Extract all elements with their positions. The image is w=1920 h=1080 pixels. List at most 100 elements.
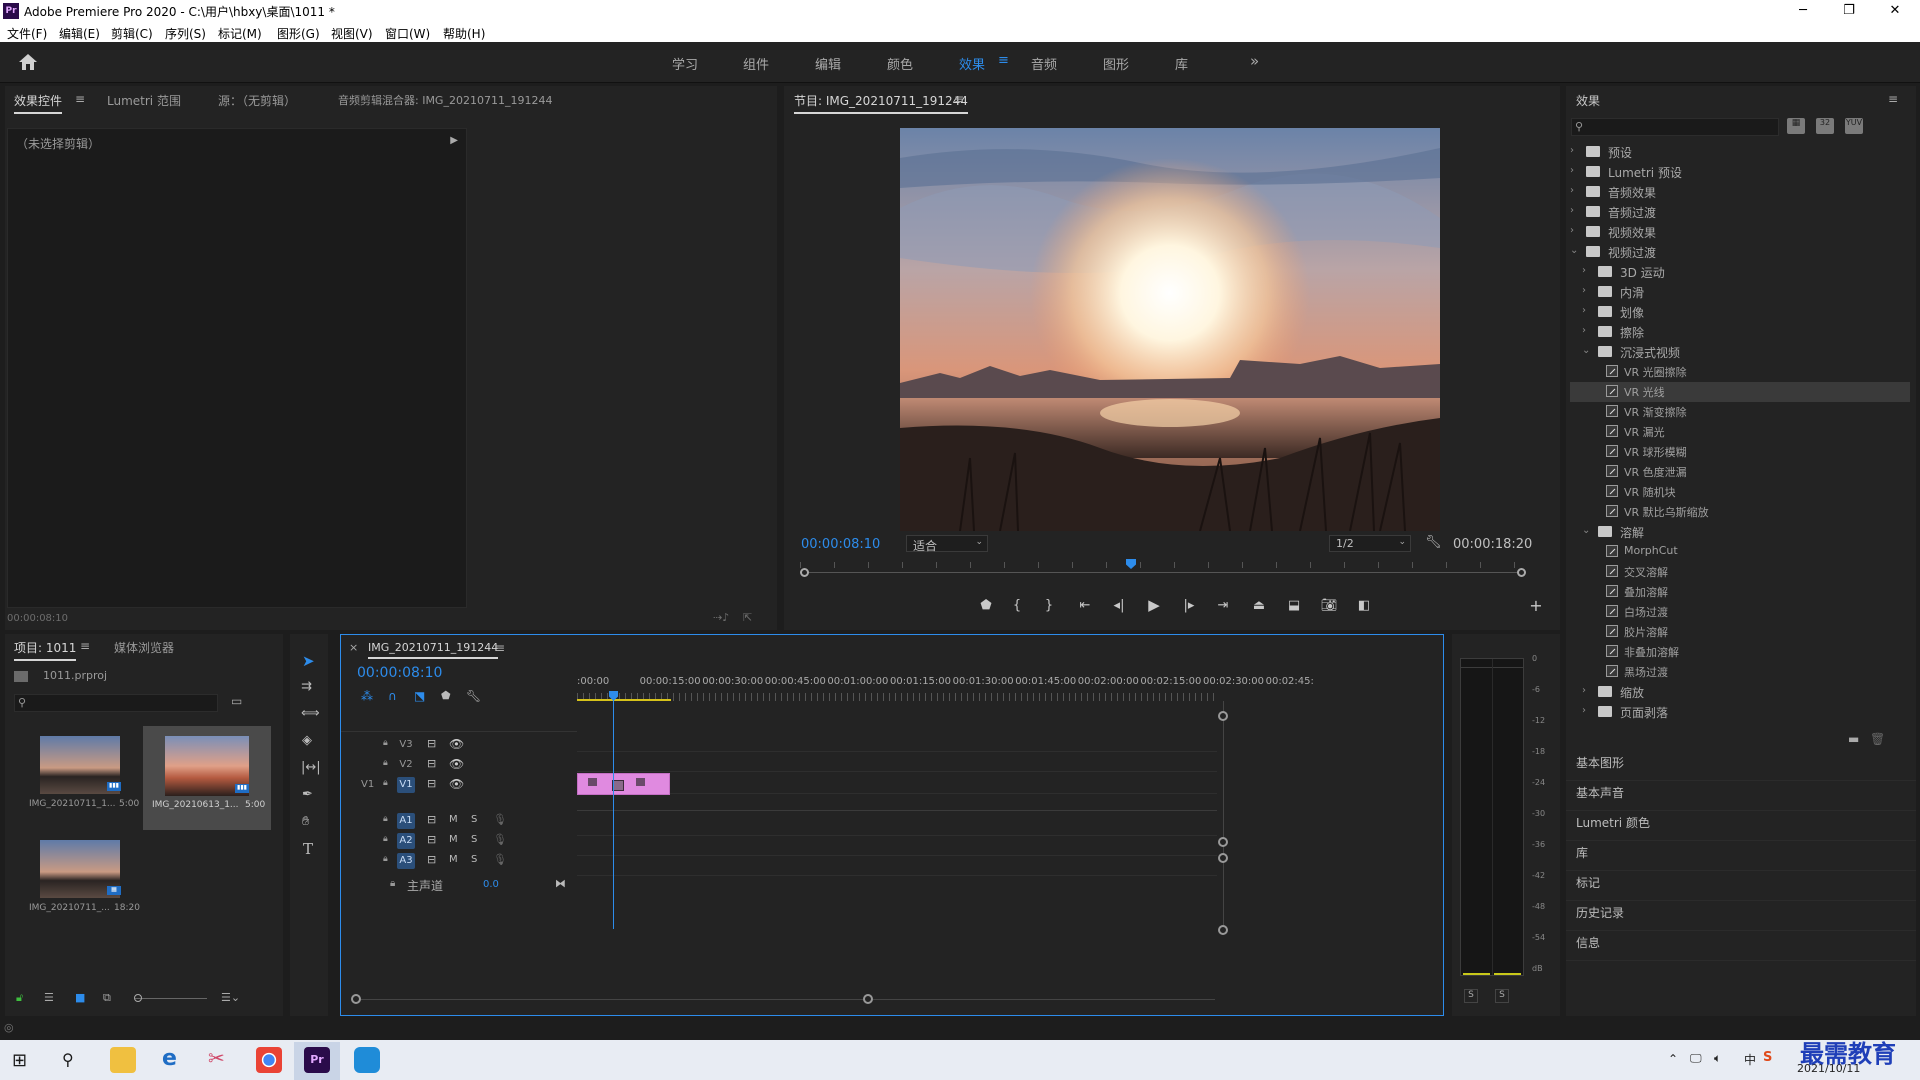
- accelerated-effects-icon[interactable]: ▦: [1787, 118, 1805, 134]
- effects-tree-item[interactable]: › 预设: [1570, 142, 1910, 162]
- effects-tree-item[interactable]: › 内滑: [1570, 282, 1910, 302]
- linked-selection-icon[interactable]: ⬔: [414, 689, 425, 703]
- step-back-icon[interactable]: ◂|: [1108, 598, 1130, 613]
- sequence-tab[interactable]: IMG_20210711_191244: [368, 641, 499, 659]
- settings-wrench-icon[interactable]: 🔧︎: [1425, 535, 1442, 550]
- lock-icon[interactable]: 🔒︎: [383, 738, 388, 748]
- project-item-selected[interactable]: ▮▮▮ IMG_20210613_1... 5:00: [143, 726, 271, 830]
- track-target-button[interactable]: A2: [397, 833, 415, 849]
- mute-button[interactable]: M: [449, 854, 458, 865]
- workspace-color[interactable]: 颜色: [887, 54, 913, 73]
- razor-tool-icon[interactable]: ◈: [302, 733, 312, 748]
- list-view-icon[interactable]: ☰: [44, 991, 54, 1004]
- program-current-timecode[interactable]: 00:00:08:10: [801, 537, 880, 552]
- project-item[interactable]: ▦ IMG_20210711_... 18:20: [15, 830, 141, 930]
- project-search-input[interactable]: ⚲: [14, 694, 218, 712]
- timeline-timecode[interactable]: 00:00:08:10: [357, 665, 442, 681]
- effects-tree-item[interactable]: VR 光圈擦除: [1570, 362, 1910, 382]
- effects-tree-item[interactable]: ⌄ 视频过渡: [1570, 242, 1910, 262]
- program-title[interactable]: 节目: IMG_20210711_191244: [794, 92, 968, 114]
- menu-marker[interactable]: 标记(M): [218, 25, 262, 42]
- track-target-button[interactable]: A1: [397, 813, 415, 829]
- vscroll-handle-audio[interactable]: [1218, 853, 1228, 863]
- track-target-button[interactable]: A3: [397, 853, 415, 869]
- effects-tree-item[interactable]: 白场过渡: [1570, 602, 1910, 622]
- premiere-taskbar-icon[interactable]: Pr: [304, 1047, 330, 1073]
- lock-icon[interactable]: 🔒︎: [383, 854, 388, 864]
- menu-clip[interactable]: 剪辑(C): [111, 25, 153, 42]
- video-clip[interactable]: [577, 773, 670, 795]
- effects-tree-item[interactable]: 交叉溶解: [1570, 562, 1910, 582]
- tab-effect-controls[interactable]: 效果控件: [14, 92, 63, 114]
- icon-view-icon[interactable]: ■: [75, 991, 85, 1004]
- solo-button[interactable]: S: [471, 834, 477, 845]
- selection-tool-icon[interactable]: ➤: [302, 652, 315, 670]
- comparison-view-icon[interactable]: ◧: [1353, 598, 1375, 613]
- program-video-frame[interactable]: [900, 128, 1440, 531]
- freeform-view-icon[interactable]: ⧉: [103, 991, 111, 1005]
- export-frame-camera-icon[interactable]: 📷︎: [1318, 598, 1340, 613]
- menu-file[interactable]: 文件(F): [7, 25, 47, 42]
- home-icon[interactable]: [18, 53, 38, 71]
- chevron-right-icon[interactable]: ›: [1582, 265, 1586, 276]
- voiceover-mic-icon[interactable]: 🎙︎: [493, 853, 507, 866]
- fit-dropdown[interactable]: 适合 ⌄: [906, 535, 988, 553]
- solo-right-button[interactable]: S: [1495, 989, 1509, 1003]
- scrubber-end-handle[interactable]: [1517, 568, 1526, 577]
- track-select-tool-icon[interactable]: ⇉: [301, 679, 312, 694]
- effects-menu-icon[interactable]: ≡: [1888, 92, 1898, 106]
- chevron-right-icon[interactable]: ›: [1582, 325, 1586, 336]
- slip-tool-icon[interactable]: |↔|: [301, 760, 321, 775]
- solo-left-button[interactable]: S: [1464, 989, 1478, 1003]
- taskbar-search-icon[interactable]: ⚲: [62, 1050, 74, 1069]
- section-lumetri-color[interactable]: Lumetri 颜色: [1566, 811, 1916, 841]
- program-menu-icon[interactable]: ≡: [954, 92, 964, 106]
- effects-tree-item[interactable]: VR 光线: [1570, 382, 1910, 402]
- new-bin-icon[interactable]: ▭: [231, 694, 242, 708]
- lock-icon[interactable]: 🔒︎: [390, 878, 395, 889]
- effects-tree-item[interactable]: VR 默比乌斯缩放: [1570, 502, 1910, 522]
- effects-tree-item[interactable]: VR 渐变擦除: [1570, 402, 1910, 422]
- effects-search-input[interactable]: ⚲: [1571, 118, 1779, 136]
- voiceover-mic-icon[interactable]: 🎙︎: [493, 833, 507, 846]
- add-marker-icon[interactable]: ⬟: [441, 689, 451, 702]
- file-explorer-icon[interactable]: [110, 1047, 136, 1073]
- go-to-end-icon[interactable]: ⧓: [555, 877, 566, 890]
- effects-tree-item[interactable]: ⌄ 溶解: [1570, 522, 1910, 542]
- track-area[interactable]: [577, 731, 1217, 911]
- eye-icon[interactable]: 👁︎: [449, 737, 464, 751]
- snap-magnet-icon[interactable]: ∩: [388, 689, 397, 703]
- chevron-right-icon[interactable]: ›: [1570, 185, 1574, 196]
- menu-help[interactable]: 帮助(H): [443, 25, 485, 42]
- timeline-settings-wrench-icon[interactable]: 🔧︎: [466, 689, 481, 703]
- master-volume-value[interactable]: 0.0: [483, 879, 499, 890]
- ripple-edit-tool-icon[interactable]: ⟺: [301, 706, 320, 721]
- add-marker-icon[interactable]: ⬟: [975, 598, 997, 613]
- voiceover-mic-icon[interactable]: 🎙︎: [493, 813, 507, 826]
- workspace-libraries[interactable]: 库: [1175, 54, 1188, 73]
- sogou-input-icon[interactable]: S: [1763, 1050, 1772, 1065]
- sequence-menu-icon[interactable]: ≡: [495, 641, 505, 655]
- sync-lock-icon[interactable]: ⊟: [427, 757, 436, 770]
- section-history[interactable]: 历史记录: [1566, 901, 1916, 931]
- sync-lock-icon[interactable]: ⊟: [427, 737, 436, 750]
- workspace-assembly[interactable]: 组件: [743, 54, 769, 73]
- scrubber-start-handle[interactable]: [800, 568, 809, 577]
- more-workspaces-icon[interactable]: »: [1250, 52, 1259, 70]
- effects-title[interactable]: 效果: [1576, 92, 1600, 109]
- source-patch-label[interactable]: V1: [361, 779, 374, 790]
- app-taskbar-icon[interactable]: [354, 1047, 380, 1073]
- yuv-effects-icon[interactable]: YUV: [1845, 118, 1863, 134]
- section-essential-graphics[interactable]: 基本图形: [1566, 751, 1916, 781]
- new-bin-folder-icon[interactable]: ▬: [1848, 732, 1859, 746]
- workspace-graphics[interactable]: 图形: [1103, 54, 1129, 73]
- mark-in-icon[interactable]: {: [1006, 598, 1028, 613]
- windows-start-icon[interactable]: ⊞: [12, 1050, 27, 1071]
- effects-tree-item[interactable]: › 3D 运动: [1570, 262, 1910, 282]
- time-ruler[interactable]: :00:00 00:00:15:00 00:00:30:00 00:00:45:00 0…: [577, 673, 1314, 703]
- ime-indicator[interactable]: 中: [1744, 1051, 1756, 1068]
- effects-tree-item[interactable]: VR 漏光: [1570, 422, 1910, 442]
- track-target-button[interactable]: V1: [397, 777, 415, 793]
- lock-icon[interactable]: 🔒︎: [383, 758, 388, 768]
- horizontal-scrollbar[interactable]: [355, 999, 1215, 1000]
